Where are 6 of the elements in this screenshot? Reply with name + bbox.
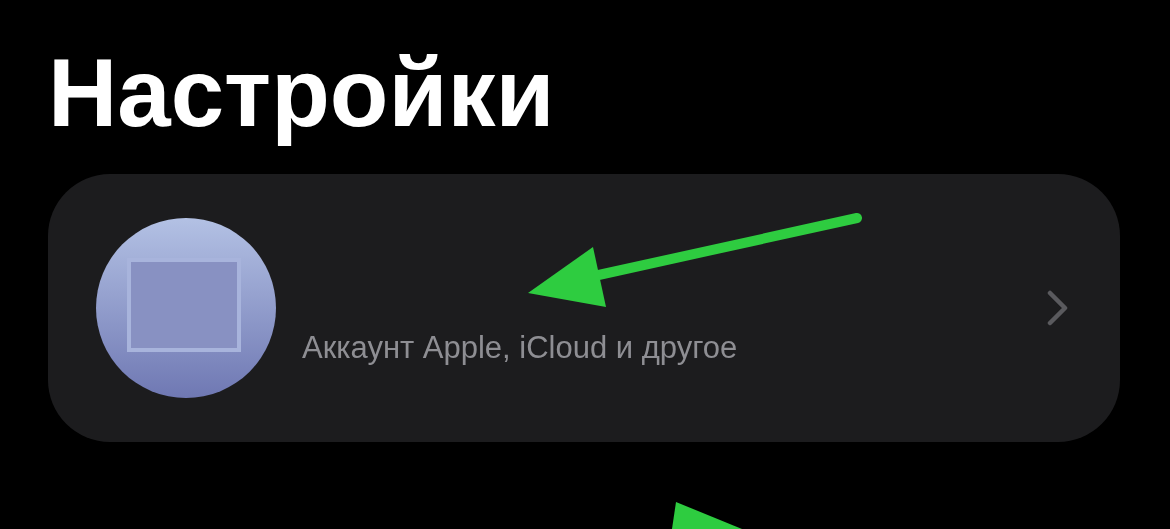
account-card[interactable]: Аккаунт Apple, iCloud и другое — [48, 174, 1120, 442]
page-title: Настройки — [48, 38, 555, 148]
chevron-right-icon — [1046, 290, 1070, 326]
account-subtitle: Аккаунт Apple, iCloud и другое — [302, 330, 739, 366]
avatar-icon — [96, 218, 276, 398]
arrow — [672, 502, 742, 529]
